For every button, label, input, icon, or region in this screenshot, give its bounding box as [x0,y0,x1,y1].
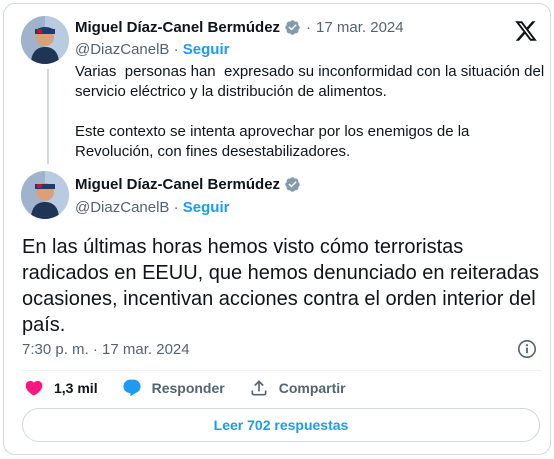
main-header: Miguel Díaz-Canel Bermúdez [75,176,301,193]
separator-dot: · [169,199,183,216]
author-handle[interactable]: @DiazCanelB [75,41,169,58]
separator-dot: · [306,19,312,36]
paragraph-spacer [75,102,545,122]
quoted-header: Miguel Díaz-Canel Bermúdez · 17 mar. 202… [75,19,404,36]
main-handle-row: @DiazCanelB · Seguir [75,199,229,216]
author-name[interactable]: Miguel Díaz-Canel Bermúdez [75,176,280,193]
share-button[interactable]: Compartir [249,378,346,398]
divider [22,370,542,371]
read-replies-button[interactable]: Leer 702 respuestas [22,408,540,442]
tweet-timestamp[interactable]: 7:30 p. m. · 17 mar. 2024 [22,341,190,358]
quoted-paragraph-1: Varias personas han expresado su inconfo… [75,63,549,100]
x-logo-icon[interactable] [514,19,538,43]
reply-button[interactable]: Responder [122,378,225,398]
action-bar: 1,3 mil Responder Compartir [24,378,370,398]
verified-badge-icon [284,176,301,193]
separator-dot: · [169,41,183,58]
heart-icon [25,380,43,396]
follow-button[interactable]: Seguir [183,41,230,58]
share-icon [251,380,267,396]
thread-connector-line [47,69,49,164]
follow-button[interactable]: Seguir [183,199,230,216]
reply-label: Responder [151,380,225,396]
author-avatar[interactable] [21,171,69,219]
author-avatar[interactable] [21,16,69,64]
info-icon[interactable] [517,339,537,359]
tweet-text: En las últimas horas hemos visto cómo te… [22,236,539,336]
quoted-paragraph-2: Este contexto se intenta aprovechar por … [75,123,474,160]
quoted-date[interactable]: 17 mar. 2024 [316,19,404,36]
share-label: Compartir [278,380,346,396]
embedded-tweet-card: Miguel Díaz-Canel Bermúdez · 17 mar. 202… [3,3,551,455]
author-handle[interactable]: @DiazCanelB [75,199,169,216]
verified-badge-icon [284,19,301,36]
quoted-handle-row: @DiazCanelB · Seguir [75,41,229,58]
quoted-tweet-text: Varias personas han expresado su inconfo… [75,62,545,162]
like-button[interactable]: 1,3 mil [24,378,98,398]
like-count: 1,3 mil [54,380,98,396]
speech-bubble-icon [123,379,141,397]
author-name[interactable]: Miguel Díaz-Canel Bermúdez [75,19,280,36]
